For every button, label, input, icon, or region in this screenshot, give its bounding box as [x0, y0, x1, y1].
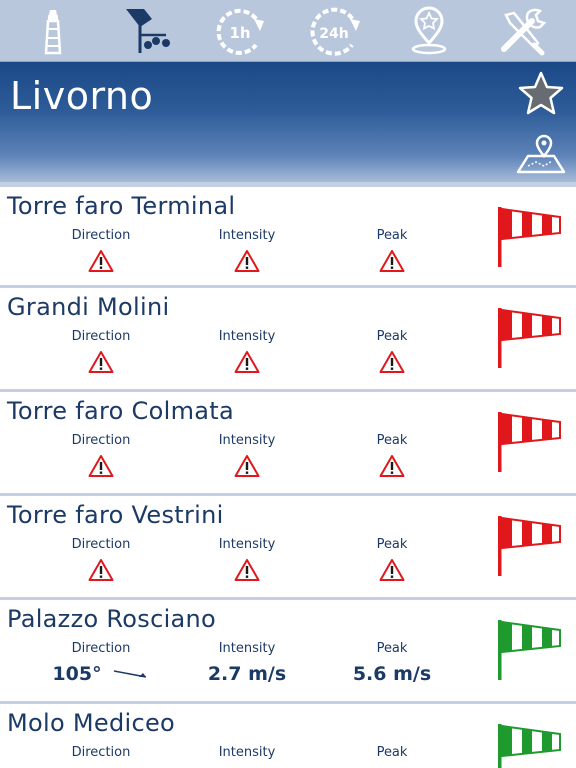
- station-card[interactable]: Molo Mediceo Direction Intensity Peak: [0, 704, 576, 768]
- windsock-icon: [496, 514, 568, 578]
- peak-value: 5.6 m/s: [352, 663, 432, 685]
- peak-label: Peak: [376, 537, 408, 552]
- peak-warning: [337, 247, 447, 275]
- history-24h-icon: 24h: [310, 7, 360, 56]
- direction-label: Direction: [71, 641, 131, 656]
- warning-icon: [379, 559, 405, 581]
- intensity-label: Intensity: [218, 228, 276, 243]
- warning-icon: [88, 559, 114, 581]
- intensity-warning: [192, 348, 302, 376]
- warning-icon: [379, 351, 405, 373]
- station-card[interactable]: Torre faro Terminal Direction Intensity Pea…: [0, 187, 576, 285]
- warning-icon: [234, 351, 260, 373]
- weather-station-button[interactable]: [116, 2, 178, 60]
- peak-warning: [337, 556, 447, 584]
- intensity-warning: [192, 247, 302, 275]
- map-icon: [516, 134, 566, 174]
- windsock-icon: [496, 205, 568, 269]
- direction-warning: [46, 348, 156, 376]
- peak-warning: [337, 452, 447, 480]
- intensity-warning: [192, 452, 302, 480]
- intensity-value: 2.7 m/s: [207, 663, 287, 685]
- location-header: Livorno: [0, 62, 576, 182]
- favorite-locations-button[interactable]: [398, 2, 460, 60]
- station-card[interactable]: Torre faro Vestrini Direction Intensity Pea…: [0, 496, 576, 597]
- map-button[interactable]: [514, 130, 566, 176]
- windsock-icon: [496, 306, 568, 370]
- warning-icon: [88, 351, 114, 373]
- settings-button[interactable]: [492, 2, 554, 60]
- warning-icon: [88, 250, 114, 272]
- station-name: Molo Mediceo: [7, 709, 175, 737]
- weather-station-icon: [126, 8, 170, 53]
- city-title: Livorno: [10, 74, 154, 118]
- windsock-icon: [496, 722, 568, 768]
- star-icon: [518, 71, 564, 115]
- direction-warning: [46, 247, 156, 275]
- station-card[interactable]: Palazzo Rosciano Direction Intensity Peak 10…: [0, 600, 576, 701]
- warning-icon: [379, 250, 405, 272]
- intensity-value-cell: 2.7 m/s: [192, 660, 302, 688]
- direction-label: Direction: [71, 329, 131, 344]
- history-24h-button[interactable]: 24h: [304, 2, 366, 60]
- peak-label: Peak: [376, 228, 408, 243]
- direction-value: 105°: [52, 663, 102, 685]
- warning-icon: [234, 455, 260, 477]
- history-1h-button[interactable]: 1h: [210, 2, 272, 60]
- peak-label: Peak: [376, 433, 408, 448]
- station-name: Torre faro Vestrini: [7, 501, 224, 529]
- peak-value-cell: 5.6 m/s: [337, 660, 447, 688]
- direction-label: Direction: [71, 537, 131, 552]
- direction-label: Direction: [71, 745, 131, 760]
- windsock-icon: [496, 410, 568, 474]
- intensity-label: Intensity: [218, 433, 276, 448]
- history-24h-label: 24h: [319, 26, 348, 42]
- direction-label: Direction: [71, 228, 131, 243]
- station-name: Torre faro Terminal: [7, 192, 236, 220]
- warning-icon: [379, 455, 405, 477]
- station-name: Grandi Molini: [7, 293, 170, 321]
- intensity-label: Intensity: [218, 537, 276, 552]
- top-toolbar: 1h 24h: [0, 0, 576, 62]
- intensity-warning: [192, 556, 302, 584]
- favorite-button[interactable]: [516, 70, 566, 118]
- peak-label: Peak: [376, 329, 408, 344]
- station-list[interactable]: Torre faro Terminal Direction Intensity Pea…: [0, 182, 576, 768]
- direction-value-cell: 105°: [46, 660, 156, 688]
- lighthouse-button[interactable]: [22, 2, 84, 60]
- history-1h-icon: 1h: [216, 8, 264, 55]
- direction-arrow-icon: [113, 670, 146, 678]
- peak-label: Peak: [376, 641, 408, 656]
- warning-icon: [234, 250, 260, 272]
- warning-icon: [88, 455, 114, 477]
- warning-icon: [234, 559, 260, 581]
- direction-warning: [46, 556, 156, 584]
- lighthouse-icon: [44, 9, 62, 54]
- peak-label: Peak: [376, 745, 408, 760]
- station-card[interactable]: Torre faro Colmata Direction Intensity Peak: [0, 392, 576, 493]
- intensity-label: Intensity: [218, 745, 276, 760]
- intensity-label: Intensity: [218, 329, 276, 344]
- station-card[interactable]: Grandi Molini Direction Intensity Peak: [0, 288, 576, 389]
- direction-warning: [46, 452, 156, 480]
- history-1h-label: 1h: [229, 24, 250, 42]
- station-name: Palazzo Rosciano: [7, 605, 217, 633]
- settings-tools-icon: [501, 8, 547, 55]
- peak-warning: [337, 348, 447, 376]
- intensity-label: Intensity: [218, 641, 276, 656]
- station-name: Torre faro Colmata: [7, 397, 234, 425]
- windsock-icon: [496, 618, 568, 682]
- direction-label: Direction: [71, 433, 131, 448]
- location-pin-star-icon: [411, 6, 447, 54]
